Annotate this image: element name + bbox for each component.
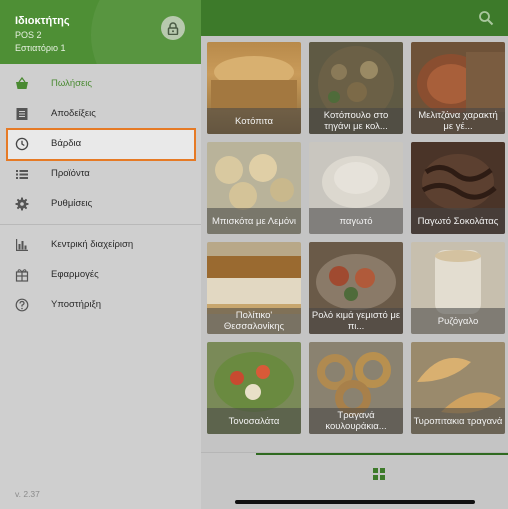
product-tile[interactable]: Τυροπιτακια τραγανά [411,342,505,434]
nav-item-settings[interactable]: Ρυθμίσεις [0,190,201,218]
nav-item-label: Αποδείξεις [51,108,96,119]
nav-item-label: Ρυθμίσεις [51,198,93,209]
product-name: Τυροπιτακια τραγανά [411,408,505,434]
nav-item-products[interactable]: Προϊόντα [0,160,201,188]
basket-icon [16,77,28,89]
apps-icon [15,269,29,282]
nav-item-apps[interactable]: Εφαρμογές [0,261,201,289]
product-tile[interactable]: Μελιτζάνα χαρακτή με γέ... [411,42,505,134]
receipt-icon [16,108,28,120]
product-name: Κοτόπουλο στο τηγάνι με κολ... [309,108,403,134]
product-name: Πολίτικο' Θεσσαλονίκης [207,308,301,334]
product-name: Τονοσαλάτα [207,408,301,434]
nav-item-receipts[interactable]: Αποδείξεις [0,100,201,128]
gear-icon [15,197,29,211]
lock-button[interactable] [161,16,185,40]
product-tile[interactable]: Τραγανά κουλουράκια... [309,342,403,434]
product-tile[interactable]: Τονοσαλάτα [207,342,301,434]
list-icon [16,170,28,179]
clock-icon [15,137,29,151]
product-tile[interactable]: παγωτό [309,142,403,234]
nav-item-label: Βάρδια [51,138,82,149]
drawer-header: Ιδιοκτήτης POS 2 Εστιατόριο 1 [0,0,201,64]
header-decoration [91,0,201,64]
nav-item-label: Υποστήριξη [51,299,101,310]
product-tile[interactable]: Παγωτό Σοκολάτας [411,142,505,234]
product-name: Μπισκότα με Λεμόνι [207,208,301,234]
menu-divider [0,224,201,225]
active-indicator [256,453,508,455]
bar-chart-icon [16,239,28,251]
bottom-bar [201,452,508,509]
top-app-bar [201,0,508,36]
search-icon[interactable] [478,10,494,26]
product-name: παγωτό [309,208,403,234]
nav-item-support[interactable]: Υποστήριξη [0,291,201,319]
lock-icon [167,21,179,35]
product-name: Ρυζόγαλο [411,308,505,334]
nav-item-label: Εφαρμογές [51,269,99,280]
user-role: Ιδιοκτήτης [15,15,70,27]
product-name: Κοτόπιτα [207,108,301,134]
product-pane: Κοτόπιτα Κοτόπουλο στο τηγάνι με κολ... … [201,0,508,509]
nav-item-label: Πωλήσεις [51,78,92,89]
product-tile[interactable]: Ρολό κιμά γεμιστό με πι... [309,242,403,334]
product-name: Παγωτό Σοκολάτας [411,208,505,234]
pos-name: POS 2 [15,30,42,40]
grid-view-icon[interactable] [373,468,385,480]
nav-item-shift[interactable]: Βάρδια [0,130,201,158]
app-version: v. 2.37 [15,489,40,499]
product-tile[interactable]: Μπισκότα με Λεμόνι [207,142,301,234]
product-tile[interactable]: Κοτόπουλο στο τηγάνι με κολ... [309,42,403,134]
product-name: Ρολό κιμά γεμιστό με πι... [309,308,403,334]
nav-item-label: Κεντρική διαχείριση [51,239,134,250]
nav-item-back-office[interactable]: Κεντρική διαχείριση [0,231,201,259]
navigation-drawer: Ιδιοκτήτης POS 2 Εστιατόριο 1 Πωλήσεις Α… [0,0,201,509]
store-name: Εστιατόριο 1 [15,43,66,53]
product-tile[interactable]: Ρυζόγαλο [411,242,505,334]
product-tile[interactable]: Κοτόπιτα [207,42,301,134]
product-tile[interactable]: Πολίτικο' Θεσσαλονίκης [207,242,301,334]
product-name: Τραγανά κουλουράκια... [309,408,403,434]
nav-item-sales[interactable]: Πωλήσεις [0,70,201,98]
product-name: Μελιτζάνα χαρακτή με γέ... [411,108,505,134]
home-indicator[interactable] [235,500,475,504]
nav-item-label: Προϊόντα [51,168,90,179]
help-icon [15,298,29,312]
